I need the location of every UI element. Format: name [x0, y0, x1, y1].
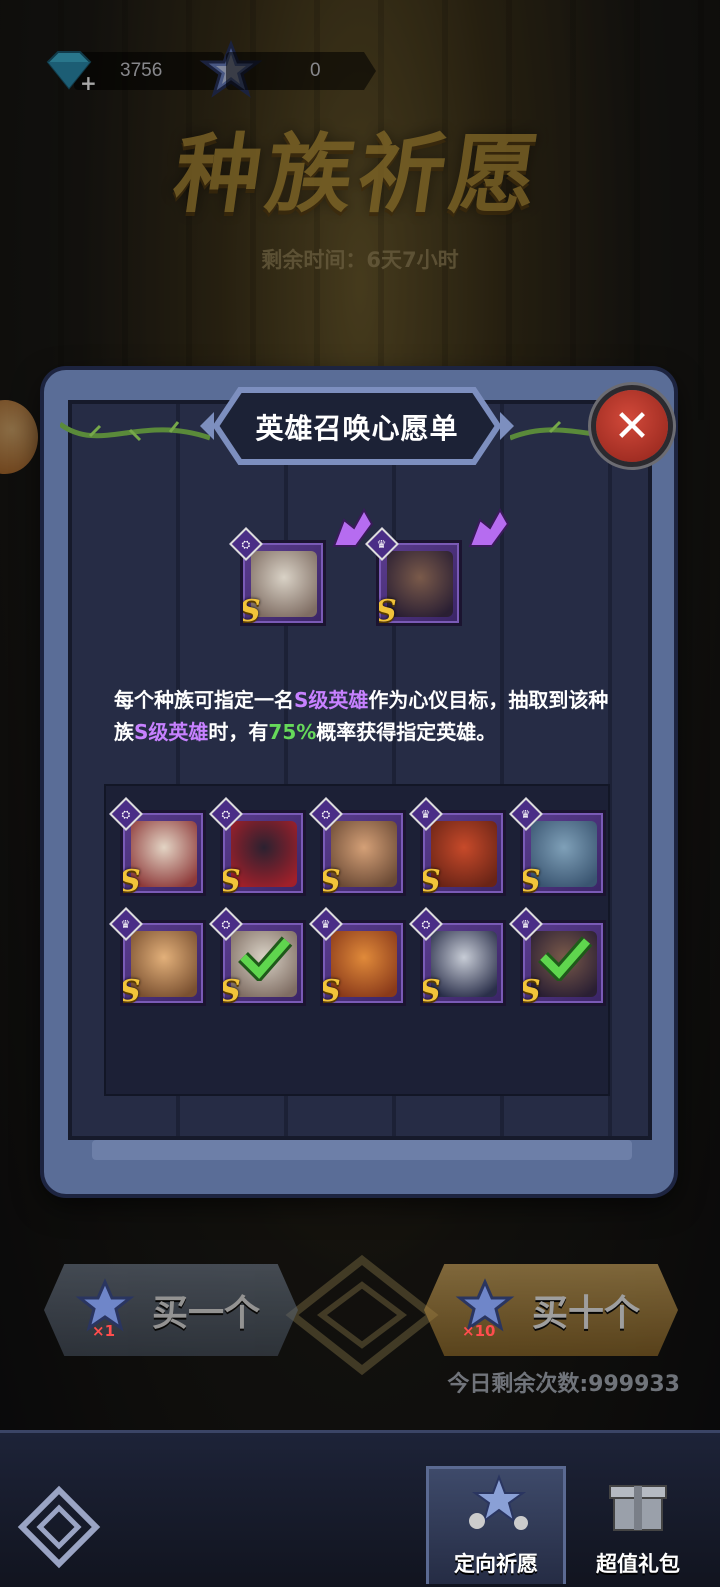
tab-targeted-wish-label: 定向祈愿 — [454, 1552, 538, 1576]
modal-bottom-trim — [92, 1140, 632, 1160]
vine-decoration-left — [60, 421, 210, 442]
gift-icon — [609, 1485, 667, 1531]
buy-ten-multiplier: ×10 — [462, 1322, 496, 1340]
desc-text-4: 概率获得指定英雄。 — [316, 720, 497, 744]
rank-s-badge: S — [376, 594, 397, 626]
wish-stars-icon — [469, 1474, 528, 1530]
buy-ten-label: 买十个 — [531, 1293, 640, 1334]
desc-text-1: 每个种族可指定一名 — [114, 688, 294, 712]
close-icon: ✕ — [613, 400, 651, 452]
rank-s-badge: S — [320, 974, 341, 1006]
buy-one-label: 买一个 — [151, 1293, 260, 1334]
rank-s-badge: S — [240, 594, 261, 626]
buy-one-multiplier: ×1 — [92, 1322, 116, 1340]
tab-targeted-wish[interactable]: 定向祈愿 — [426, 1466, 566, 1584]
rank-s-badge: S — [520, 864, 541, 896]
wish-heart-icon — [468, 507, 510, 547]
rank-s-badge: S — [120, 974, 141, 1006]
desc-highlight-percent: 75% — [268, 720, 317, 744]
desc-text-3: 时，有 — [208, 720, 269, 744]
summon-emblem — [282, 1250, 442, 1380]
close-button[interactable]: ✕ — [596, 390, 668, 462]
rank-s-badge: S — [420, 974, 441, 1006]
modal-title: 英雄召唤心愿单 — [255, 412, 459, 445]
remaining-count: 今日剩余次数:999933 — [447, 1372, 680, 1397]
check-icon — [238, 936, 293, 981]
check-icon — [538, 936, 593, 981]
desc-highlight-s-rank-1: S级英雄 — [294, 688, 369, 712]
rank-s-badge: S — [320, 864, 341, 896]
desc-highlight-s-rank-2: S级英雄 — [134, 720, 209, 744]
rank-s-badge: S — [420, 864, 441, 896]
back-icon[interactable] — [16, 1484, 102, 1570]
tab-value-pack[interactable]: 超值礼包 — [568, 1466, 708, 1584]
rank-s-badge: S — [120, 864, 141, 896]
rank-s-badge: S — [220, 864, 241, 896]
tab-value-pack-label: 超值礼包 — [596, 1552, 680, 1576]
wishlist-description: 每个种族可指定一名S级英雄作为心仪目标，抽取到该种族S级英雄时，有75%概率获得… — [114, 684, 614, 748]
